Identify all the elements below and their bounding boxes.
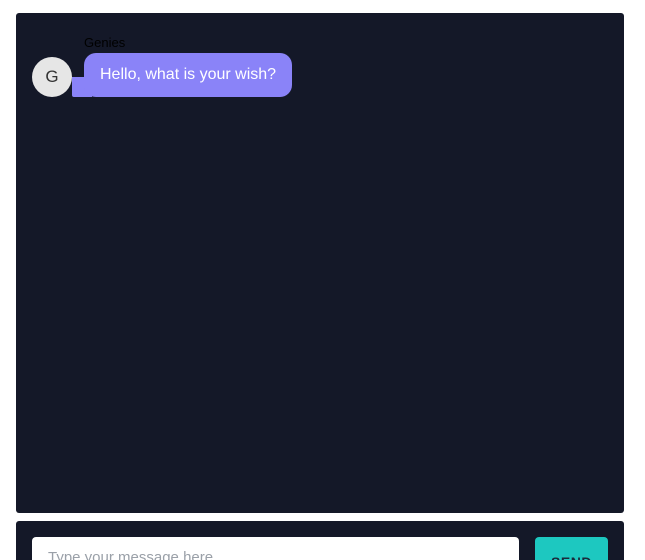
message-sender-name: Genies (84, 35, 126, 50)
message-bubble: Hello, what is your wish? (84, 53, 293, 97)
message-input[interactable] (32, 537, 519, 560)
composer-bar: SEND (16, 521, 624, 560)
sender-avatar: G (32, 57, 72, 97)
avatar-initial: G (45, 67, 59, 86)
send-button[interactable]: SEND (535, 537, 608, 560)
chat-window: Genies G Hello, what is your wish? (16, 13, 624, 513)
message-text: Hello, what is your wish? (100, 66, 277, 83)
